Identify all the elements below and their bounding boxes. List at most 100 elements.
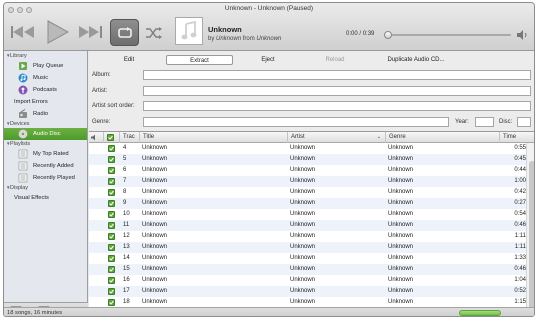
track-checkbox[interactable] [108, 189, 115, 196]
table-row[interactable]: 11 Unknown Unknown Unknown 0:46 [89, 220, 526, 231]
year-field[interactable] [475, 117, 494, 127]
time-column-header[interactable]: Time [499, 132, 534, 143]
table-row[interactable]: 8 Unknown Unknown Unknown 0:42 [89, 187, 526, 198]
collapse-triangle-icon: ▼ [6, 141, 11, 146]
track-checkbox[interactable] [108, 288, 115, 295]
sidebar-item-my-top-rated[interactable]: My Top Rated [4, 148, 87, 160]
now-playing-artist: Unknown [216, 36, 242, 42]
table-row[interactable]: 14 Unknown Unknown Unknown 1:33 [89, 253, 526, 264]
smart-playlist-icon [18, 161, 28, 171]
sidebar-item-recently-added[interactable]: Recently Added [4, 160, 87, 172]
table-row[interactable]: 17 Unknown Unknown Unknown 0:52 [89, 286, 526, 297]
artist-sort-field[interactable] [143, 101, 531, 111]
shuffle-button[interactable] [145, 27, 163, 39]
track-title: Unknown [142, 266, 168, 272]
track-checkbox[interactable] [108, 266, 115, 273]
genre-column-header[interactable]: Genre [385, 132, 499, 143]
title-column-header[interactable]: Title [139, 132, 287, 143]
artist-column-header[interactable]: Artist ⌄ [287, 132, 385, 143]
track-artist: Unknown [290, 266, 316, 272]
checkmark-icon [108, 135, 113, 140]
extract-button[interactable]: Extract [166, 55, 233, 65]
album-field[interactable] [143, 70, 531, 80]
track-artist: Unknown [290, 145, 316, 151]
collapse-triangle-icon: ▼ [6, 185, 11, 190]
artist-field[interactable] [143, 86, 531, 96]
display-header[interactable]: ▼ Display [4, 184, 87, 192]
track-artist: Unknown [290, 222, 316, 228]
track-column-header[interactable]: Trac [119, 132, 139, 143]
table-row[interactable]: 6 Unknown Unknown Unknown 0:44 [89, 165, 526, 176]
checkmark-icon [109, 212, 114, 217]
track-checkbox[interactable] [108, 299, 115, 306]
sidebar-item-play-queue[interactable]: Play Queue [4, 60, 87, 72]
library-header[interactable]: ▼ Library [4, 52, 87, 60]
sidebar-item-music[interactable]: Music [4, 72, 87, 84]
table-row[interactable]: 13 Unknown Unknown Unknown 1:11 [89, 242, 526, 253]
seek-knob[interactable] [384, 31, 392, 39]
check-all-checkbox[interactable] [107, 134, 114, 141]
sidebar-item-radio[interactable]: Radio [4, 108, 87, 120]
repeat-button[interactable] [110, 19, 139, 46]
table-row[interactable]: 16 Unknown Unknown Unknown 1:04 [89, 275, 526, 286]
speaker-column-header[interactable] [89, 132, 103, 143]
table-row[interactable]: 12 Unknown Unknown Unknown 1:11 [89, 231, 526, 242]
track-title: Unknown [142, 277, 168, 283]
track-checkbox[interactable] [108, 145, 115, 152]
track-checkbox[interactable] [108, 211, 115, 218]
reload-button[interactable]: Reload [314, 55, 356, 65]
vertical-scrollbar[interactable] [526, 143, 534, 316]
audio-disc-icon [18, 129, 28, 139]
scrollbar-thumb[interactable] [529, 161, 534, 316]
track-artist: Unknown [290, 277, 316, 283]
speaker-icon [91, 134, 95, 141]
seek-slider[interactable] [384, 31, 511, 39]
table-row[interactable]: 15 Unknown Unknown Unknown 0:46 [89, 264, 526, 275]
track-checkbox[interactable] [108, 222, 115, 229]
previous-track-button[interactable] [10, 25, 36, 39]
play-button[interactable] [45, 20, 69, 44]
track-checkbox[interactable] [108, 156, 115, 163]
sidebar-item-visual-effects[interactable]: Visual Effects [4, 192, 87, 204]
sidebar-item-podcasts[interactable]: Podcasts [4, 84, 87, 96]
sidebar-item-recently-played[interactable]: Recently Played [4, 172, 87, 184]
genre-field[interactable] [143, 117, 449, 127]
track-checkbox[interactable] [108, 277, 115, 284]
track-checkbox[interactable] [108, 178, 115, 185]
table-row[interactable]: 4 Unknown Unknown Unknown 0:55 [89, 143, 526, 154]
track-genre: Unknown [388, 167, 414, 173]
track-checkbox[interactable] [108, 244, 115, 251]
podcast-icon [18, 85, 28, 95]
playlists-header[interactable]: ▼ Playlists [4, 140, 87, 148]
genre-row: Genre: Year: Disc: [89, 117, 534, 129]
track-time: 0:52 [514, 288, 526, 294]
smart-playlist-icon [18, 149, 28, 159]
edit-button[interactable]: Edit [111, 55, 147, 65]
sidebar-item-audio-disc[interactable]: Audio Disc [4, 128, 87, 140]
table-row[interactable]: 5 Unknown Unknown Unknown 0:45 [89, 154, 526, 165]
check-column-header[interactable] [103, 132, 119, 143]
track-title: Unknown [142, 156, 168, 162]
track-time: 0:27 [514, 200, 526, 206]
table-row[interactable]: 9 Unknown Unknown Unknown 0:27 [89, 198, 526, 209]
table-row[interactable]: 7 Unknown Unknown Unknown 1:00 [89, 176, 526, 187]
album-row: Album: [89, 70, 534, 82]
artist-sort-row: Artist sort order: [89, 101, 534, 113]
volume-button[interactable] [516, 29, 528, 43]
table-row[interactable]: 10 Unknown Unknown Unknown 0:54 [89, 209, 526, 220]
devices-header[interactable]: ▼ Devices [4, 120, 87, 128]
next-track-button[interactable] [77, 25, 103, 39]
track-artist: Unknown [290, 233, 316, 239]
track-checkbox[interactable] [108, 255, 115, 262]
track-checkbox[interactable] [108, 200, 115, 207]
sidebar-item-import-errors[interactable]: Import Errors [4, 96, 87, 108]
track-checkbox[interactable] [108, 233, 115, 240]
checkmark-icon [109, 223, 114, 228]
sidebar-item-label: Recently Played [33, 175, 75, 181]
track-genre: Unknown [388, 189, 414, 195]
duplicate-audio-cd-button[interactable]: Duplicate Audio CD... [371, 55, 461, 65]
eject-disc-button[interactable]: Eject [249, 55, 287, 65]
disc-field[interactable] [517, 117, 531, 127]
track-number: 6 [123, 167, 127, 173]
track-checkbox[interactable] [108, 167, 115, 174]
